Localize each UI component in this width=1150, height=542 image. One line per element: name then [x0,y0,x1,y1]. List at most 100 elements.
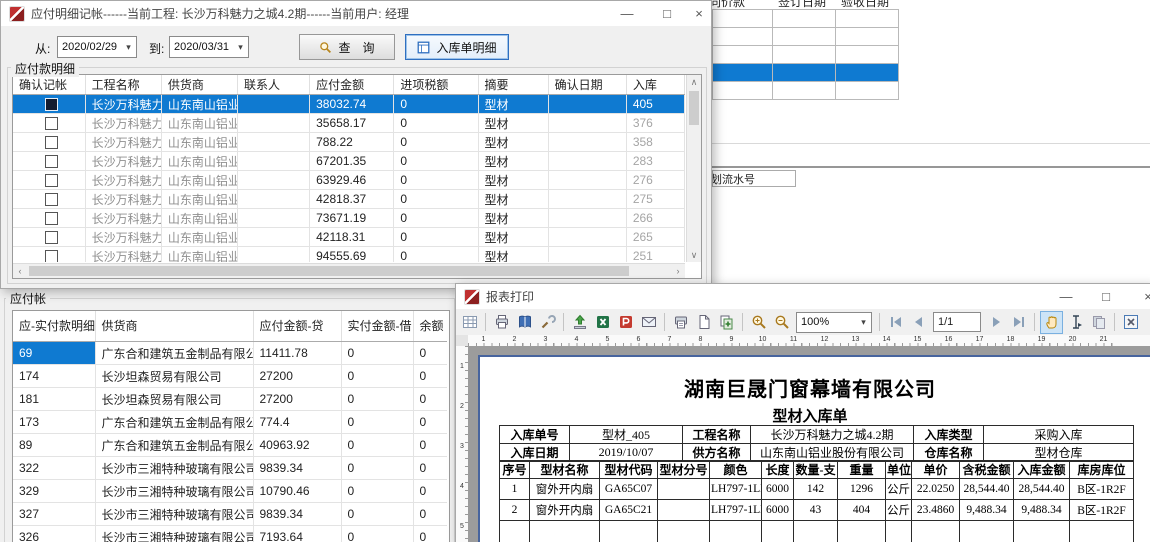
payables-row[interactable]: 69广东合和建筑五金制品有限公司11411.7800 [13,342,447,365]
scroll-thumb[interactable] [29,266,629,276]
bg-row[interactable] [713,28,899,46]
bg-empty-grid[interactable] [712,9,899,100]
payables-row[interactable]: 322长沙市三湘特种玻璃有限公司9839.3400 [13,457,447,480]
scroll-right-icon[interactable]: › [671,264,685,278]
cell-amount: 35658.17 [310,114,394,133]
receipt-detail-button[interactable]: 入库单明细 [405,34,509,60]
payable-row[interactable]: 长沙万科魅力...山东南山铝业...63929.460型材276 [13,171,685,190]
payable-row[interactable]: 长沙万科魅力...山东南山铝业...42818.370型材275 [13,190,685,209]
grid-header-cell[interactable]: 确认日期 [548,75,626,95]
payable-row[interactable]: 长沙万科魅力...山东南山铝业...94555.690型材251 [13,247,685,263]
bg-row[interactable] [713,64,899,82]
ibeam-icon[interactable] [1065,312,1086,333]
scroll-up-icon[interactable]: ∧ [687,75,701,89]
close-button[interactable]: × [1134,284,1150,309]
confirm-checkbox[interactable] [45,212,58,225]
payable-row[interactable]: 长沙万科魅力...山东南山铝业...38032.740型材405 [13,95,685,114]
maximize-button[interactable]: □ [653,1,681,26]
vertical-scrollbar[interactable]: ∧ ∨ [686,75,701,262]
bg-row[interactable] [713,46,899,64]
grid-header-cell[interactable]: 摘要 [478,75,548,95]
pages-icon[interactable] [716,312,737,333]
payables-row[interactable]: 329长沙市三湘特种玻璃有限公司10790.4600 [13,480,447,503]
mail-icon[interactable] [638,312,659,333]
zoomout-icon[interactable] [771,312,792,333]
confirm-checkbox[interactable] [45,250,58,263]
confirm-checkbox[interactable] [45,193,58,206]
book-icon[interactable] [514,312,535,333]
page-number-box[interactable]: 1/1 [933,312,981,332]
printer-icon[interactable] [491,312,512,333]
bg-row[interactable] [713,10,899,28]
grid-header-cell[interactable]: 供货商 [161,75,237,95]
export-icon[interactable] [569,312,590,333]
grid-header-cell[interactable]: 工程名称 [85,75,161,95]
report-preview-area[interactable]: 湖南巨晟门窗幕墙有限公司 型材入库单 入库单号型材_405工程名称长沙万科魅力之… [468,346,1150,542]
confirm-checkbox[interactable] [45,98,58,111]
minimize-button[interactable]: — [1052,284,1080,309]
serial-number-field[interactable]: 计划流水号 [712,170,796,187]
grid-header-cell[interactable]: 供货商 [95,311,253,342]
zoom-select[interactable]: 100%▾ [796,312,872,333]
payables-row[interactable]: 89广东合和建筑五金制品有限公司40963.9200 [13,434,447,457]
confirm-checkbox[interactable] [45,155,58,168]
close-button[interactable]: × [685,1,713,26]
copy-icon[interactable] [1088,312,1109,333]
payables-row[interactable]: 326长沙市三湘特种玻璃有限公司7193.6400 [13,526,447,542]
grid-header-cell[interactable]: 入库 [626,75,684,95]
bg-row[interactable] [713,82,899,100]
grid-header-cell[interactable]: 联系人 [237,75,309,95]
grid-header-cell[interactable]: 应-实付款明细ID [13,311,95,342]
payable-row[interactable]: 长沙万科魅力...山东南山铝业...788.220型材358 [13,133,685,152]
payables-row[interactable]: 327长沙市三湘特种玻璃有限公司9839.3400 [13,503,447,526]
w3-titlebar[interactable]: 报表打印 [456,284,1150,309]
closebox-icon[interactable] [1120,312,1141,333]
zoomin-icon[interactable] [748,312,769,333]
navlast-icon[interactable] [1008,312,1029,333]
from-date-picker[interactable]: 2020/02/29 ▾ [57,36,137,58]
navfirst-icon[interactable] [885,312,906,333]
info-label: 入库日期 [500,444,570,462]
payable-row[interactable]: 长沙万科魅力...山东南山铝业...67201.350型材283 [13,152,685,171]
grid-icon[interactable] [459,312,480,333]
navprev-icon[interactable] [908,312,929,333]
to-date-picker[interactable]: 2020/03/31 ▾ [169,36,249,58]
payables-row[interactable]: 173广东合和建筑五金制品有限公司774.400 [13,411,447,434]
cell-project: 长沙万科魅力... [85,95,161,114]
confirm-checkbox[interactable] [45,174,58,187]
payable-row[interactable]: 长沙万科魅力...山东南山铝业...73671.190型材266 [13,209,685,228]
grid-header-cell[interactable]: 应付金额-贷 [253,311,341,342]
navnext-icon[interactable] [985,312,1006,333]
scroll-down-icon[interactable]: ∨ [687,248,701,262]
page-icon[interactable] [693,312,714,333]
grid-header-cell[interactable]: 实付金额-借 [341,311,413,342]
grid-header-cell[interactable]: 应付金额 [310,75,394,95]
payables-row[interactable]: 181长沙坦森贸易有限公司2720000 [13,388,447,411]
receipt-detail-label: 入库单明细 [436,39,496,56]
excel-icon[interactable] [592,312,613,333]
hand-icon[interactable] [1040,311,1063,334]
payable-row[interactable]: 长沙万科魅力...山东南山铝业...42118.310型材265 [13,228,685,247]
confirm-checkbox[interactable] [45,136,58,149]
maximize-button[interactable]: □ [1092,284,1120,309]
tools-icon[interactable] [537,312,558,333]
payables-row[interactable]: 174长沙坦森贸易有限公司2720000 [13,365,447,388]
w1-titlebar[interactable]: 应付明细记帐------当前工程: 长沙万科魅力之城4.2期------当前用户… [1,1,711,26]
confirm-checkbox[interactable] [45,231,58,244]
scroll-left-icon[interactable]: ‹ [13,264,27,278]
cell-tax: 0 [394,247,478,263]
grid-header-cell[interactable]: 进项税额 [394,75,478,95]
scroll-thumb[interactable] [689,91,699,125]
horizontal-scrollbar[interactable]: ‹ › [13,263,685,278]
cell-receipt-no: 276 [626,171,684,190]
confirm-checkbox[interactable] [45,117,58,130]
query-button[interactable]: 查 询 [299,34,395,60]
pdf-icon[interactable] [615,312,636,333]
cell-paid: 0 [341,457,413,480]
payable-row[interactable]: 长沙万科魅力...山东南山铝业...35658.170型材376 [13,114,685,133]
bg-cell [836,10,899,28]
grid-header-cell[interactable]: 确认记帐 [13,75,85,95]
grid-header-cell[interactable]: 余额 [413,311,447,342]
minimize-button[interactable]: — [613,1,641,26]
printsetup-icon[interactable] [670,312,691,333]
